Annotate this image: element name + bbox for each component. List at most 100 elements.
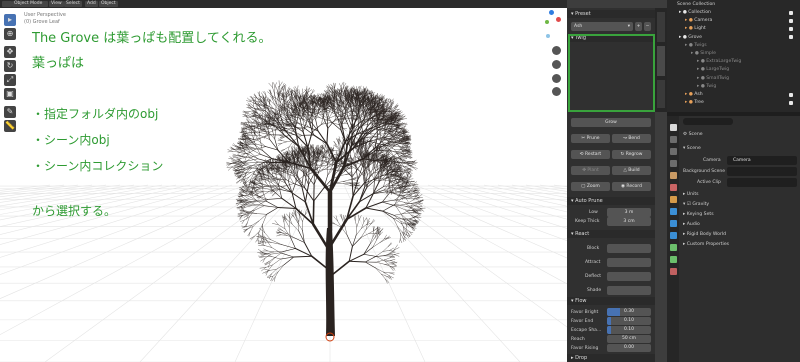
outliner-item[interactable]: ▸ ● Ash (685, 92, 703, 97)
physics-tab-icon[interactable] (670, 232, 677, 239)
transform-tool-icon[interactable]: ▣ (4, 88, 16, 100)
constraints-tab-icon[interactable] (670, 244, 677, 251)
flow-header[interactable]: ▾ Flow (567, 297, 655, 305)
bend-button[interactable]: ↝ Bend (612, 134, 651, 143)
grow-button[interactable]: Grow (571, 118, 651, 127)
editor-type-icon[interactable] (2, 1, 12, 7)
zoom-icon[interactable] (552, 46, 561, 55)
flow-row-slider[interactable]: 0.10 (607, 326, 651, 334)
properties-section-header[interactable]: ▸ Units (683, 192, 699, 197)
outliner-item[interactable]: ▸ ● Tree (685, 100, 704, 105)
preset-header[interactable]: ▾ Preset (567, 10, 655, 18)
restart-button[interactable]: ⟲ Restart (571, 150, 610, 159)
attract-field[interactable] (607, 258, 651, 267)
world-tab-icon[interactable] (670, 184, 677, 191)
object-tab-icon[interactable] (670, 196, 677, 203)
menu-select[interactable]: Select (64, 1, 82, 7)
visibility-checkbox[interactable] (789, 35, 793, 40)
shade-field[interactable] (607, 286, 651, 295)
particles-tab-icon[interactable] (670, 220, 677, 227)
outliner-item[interactable]: ▸ ● Collection (679, 10, 711, 15)
visibility-checkbox[interactable] (789, 92, 793, 97)
properties-section-header[interactable]: ▸ Rigid Body World (683, 232, 726, 237)
cursor-tool-icon[interactable]: ⊕ (4, 28, 16, 40)
active-clip-field[interactable] (727, 178, 797, 187)
menu-object[interactable]: Object (99, 1, 118, 7)
outliner-item[interactable]: ▸ ● Twigs (685, 43, 707, 48)
outliner-item[interactable]: ▸ ● LargeTwig (697, 67, 729, 72)
flow-row-slider[interactable]: 50 cm (607, 335, 651, 343)
output-tab-icon[interactable] (670, 148, 677, 155)
plant-button[interactable]: ✤ Plant (571, 166, 610, 175)
preset-remove-button[interactable]: − (644, 22, 651, 31)
mode-dropdown[interactable]: Object Mode (12, 1, 48, 7)
keep-thick-field[interactable]: 3 cm (607, 217, 651, 226)
outliner-item[interactable]: ▸ ● Grove (679, 35, 702, 40)
visibility-checkbox[interactable] (789, 18, 793, 23)
properties-section-header[interactable]: ▸ Audio (683, 222, 700, 227)
ortho-grid-icon[interactable] (552, 87, 561, 96)
drop-header[interactable]: ▸ Drop (567, 354, 655, 362)
flow-row-slider[interactable]: 0.30 (607, 308, 651, 316)
regrow-button[interactable]: ↻ Regrow (612, 150, 651, 159)
menu-add[interactable]: Add (85, 1, 98, 7)
preset-dropdown[interactable]: Ash ▾ (571, 22, 633, 31)
deflect-field[interactable] (607, 272, 651, 281)
outliner-item[interactable]: ▸ ● Light (685, 26, 706, 31)
render-tab-icon[interactable] (670, 136, 677, 143)
move-tool-icon[interactable]: ✥ (4, 46, 16, 58)
tree-model[interactable] (0, 0, 567, 362)
tab-item[interactable] (657, 12, 665, 42)
data-tab-icon[interactable] (670, 256, 677, 263)
outliner-item[interactable]: ▸ ● Simple (691, 51, 716, 56)
menu-add-label: Add (87, 1, 96, 6)
properties-search-input[interactable] (683, 118, 733, 125)
3d-viewport[interactable]: Object Mode View Select Add Object User … (0, 0, 567, 362)
flow-row-slider[interactable]: 0.00 (607, 344, 651, 352)
navigation-gizmo[interactable] (541, 10, 563, 32)
view-layer-tab-icon[interactable] (670, 160, 677, 167)
build-button[interactable]: △ Build (612, 166, 651, 175)
outliner-item[interactable]: ▸ ● Camera (685, 18, 712, 23)
react-header[interactable]: ▾ React (567, 230, 655, 238)
annotate-tool-icon[interactable]: ✎ (4, 106, 16, 118)
outliner-item[interactable]: ▸ ● Twig (697, 84, 716, 89)
select-tool-icon[interactable]: ▸ (4, 14, 16, 26)
tool-tab-icon[interactable] (670, 124, 677, 131)
scale-tool-icon[interactable]: ⤢ (4, 74, 16, 86)
low-field[interactable]: 3 m (607, 208, 651, 217)
visibility-checkbox[interactable] (789, 10, 793, 15)
background-scene-field[interactable] (727, 167, 797, 176)
visibility-checkbox[interactable] (789, 100, 793, 105)
flow-row-value: 0.30 (623, 309, 635, 314)
record-button[interactable]: ◉ Record (612, 182, 651, 191)
z-axis-icon[interactable] (549, 10, 554, 15)
outliner-item[interactable]: ▸ ● SmallTwig (697, 76, 729, 81)
properties-section-header[interactable]: ▾ ☑ Gravity (683, 202, 709, 207)
material-tab-icon[interactable] (670, 268, 677, 275)
measure-tool-icon[interactable]: 📏 (4, 120, 16, 132)
menu-view[interactable]: View (49, 1, 64, 7)
properties-section-header[interactable]: ▸ Custom Properties (683, 242, 729, 247)
rotate-tool-icon[interactable]: ↻ (4, 60, 16, 72)
zoom-button[interactable]: ▢ Zoom (571, 182, 610, 191)
y-axis-icon[interactable] (545, 20, 549, 24)
pan-hand-icon[interactable] (552, 60, 561, 69)
scene-section-header[interactable]: ▾ Scene (683, 146, 701, 151)
modifier-tab-icon[interactable] (670, 208, 677, 215)
prune-button[interactable]: ✂ Prune (571, 134, 610, 143)
block-field[interactable] (607, 244, 651, 253)
flow-row-slider[interactable]: 0.10 (607, 317, 651, 325)
properties-section-header[interactable]: ▸ Keying Sets (683, 212, 714, 217)
camera-view-icon[interactable] (552, 74, 561, 83)
outliner-item[interactable]: ▸ ● ExtraLargeTwig (697, 59, 741, 64)
scene-tab-icon[interactable] (670, 172, 677, 179)
visibility-checkbox[interactable] (789, 26, 793, 31)
auto-prune-label: Auto Prune (575, 198, 603, 204)
tab-grove[interactable] (657, 46, 665, 76)
x-axis-icon[interactable] (556, 17, 561, 22)
preset-add-button[interactable]: + (635, 22, 642, 31)
auto-prune-header[interactable]: ▾ Auto Prune (567, 197, 655, 205)
tab-view[interactable] (657, 80, 665, 108)
camera-field[interactable]: Camera (727, 156, 797, 165)
